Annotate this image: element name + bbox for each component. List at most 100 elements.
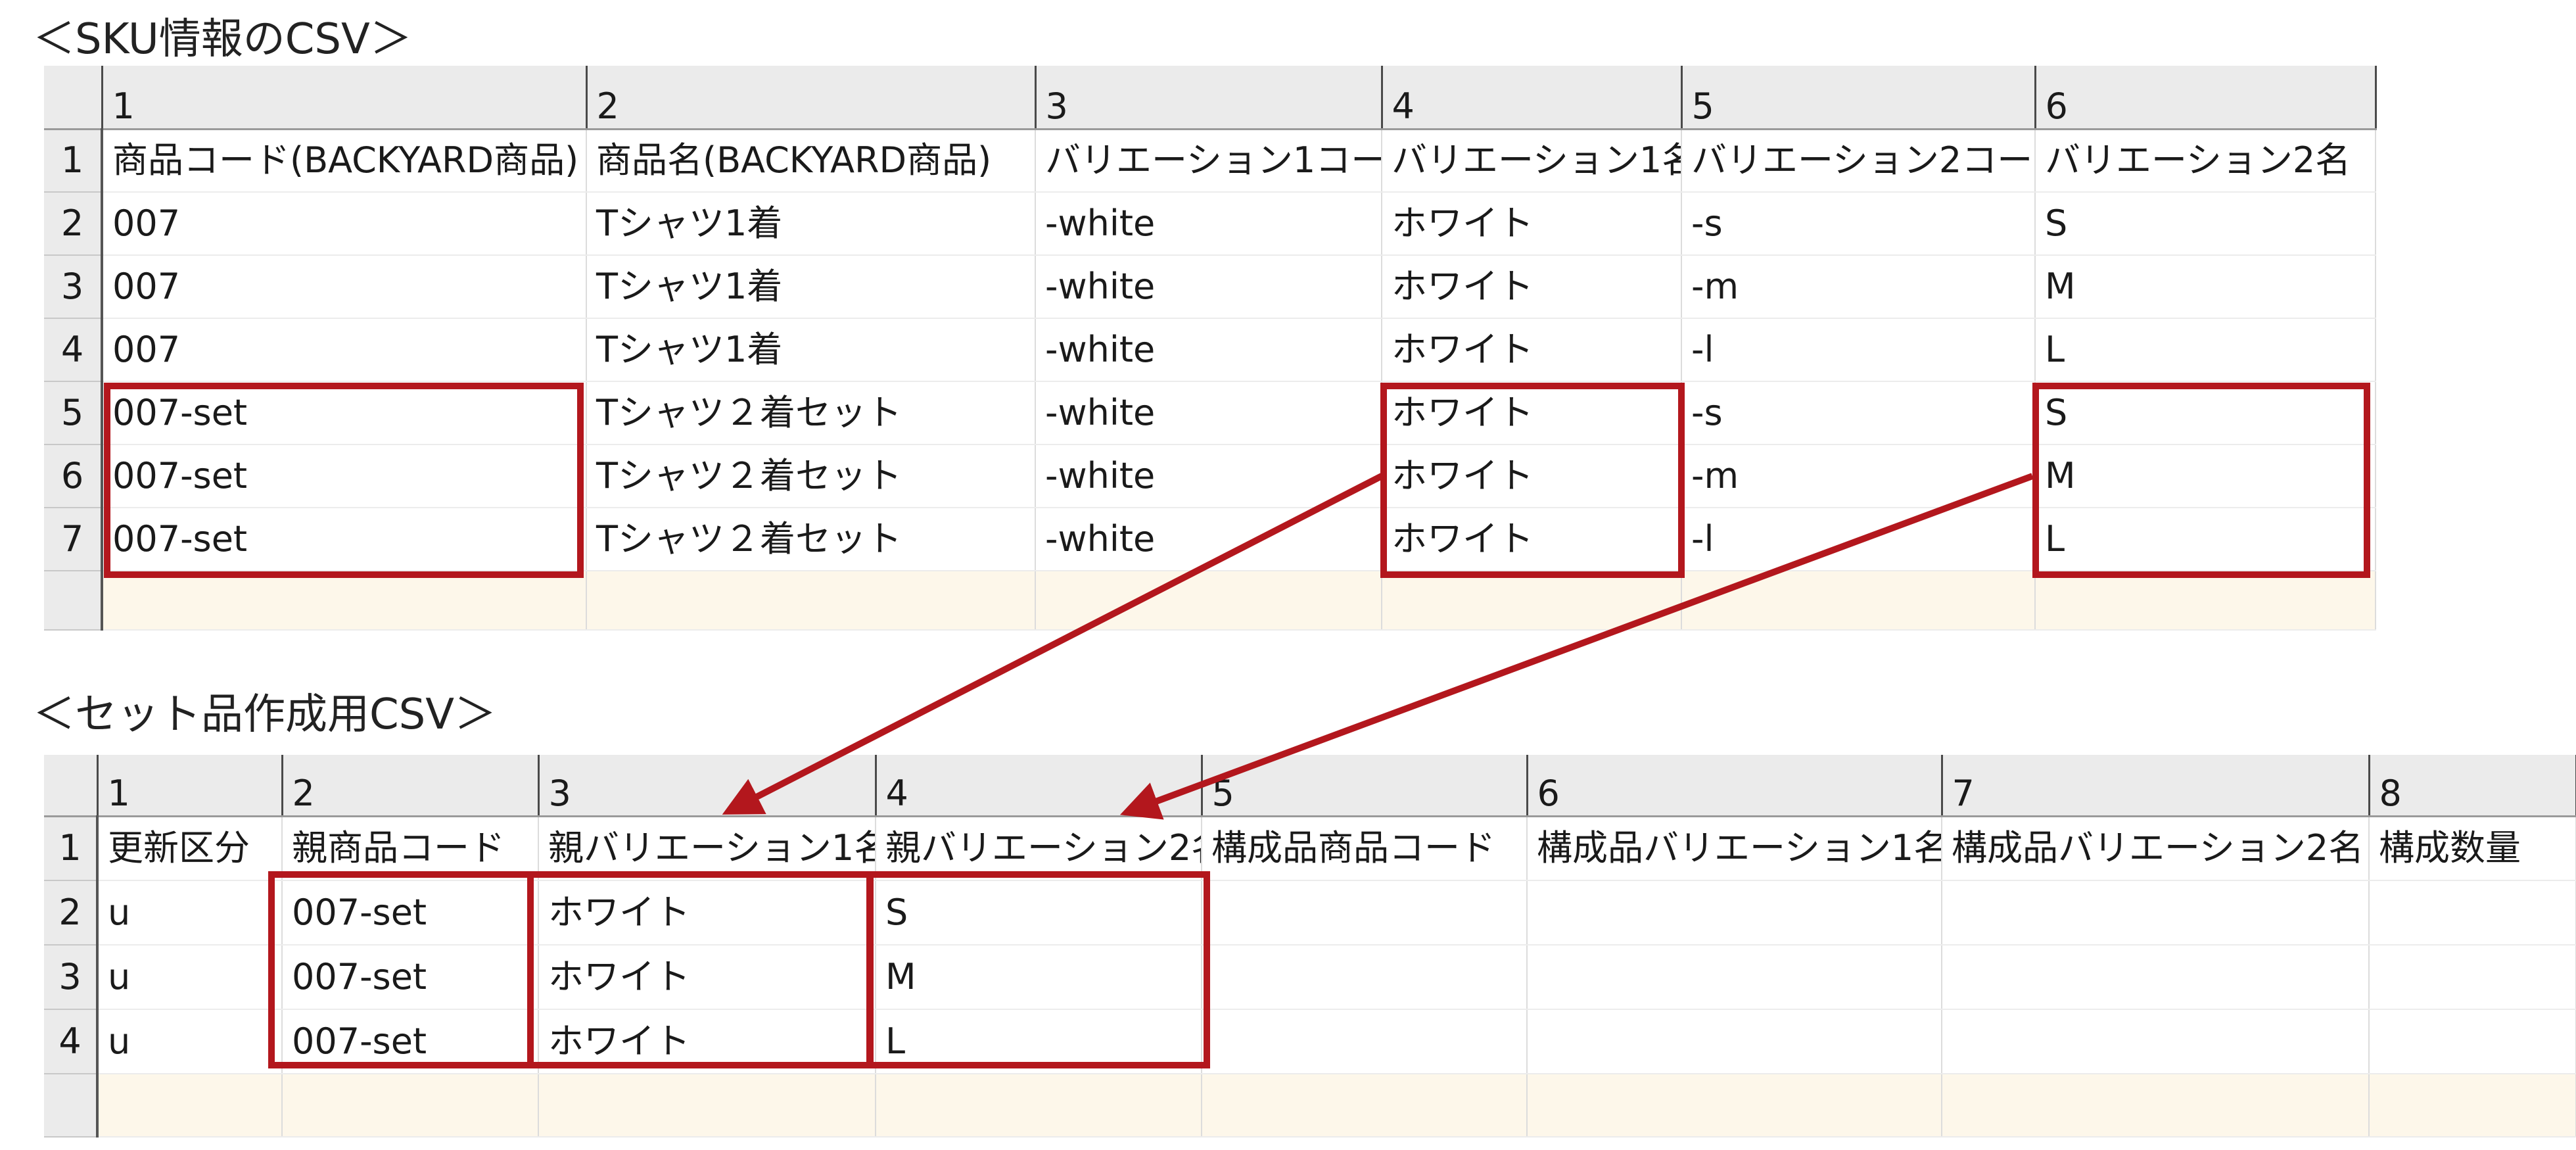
sku-col-header-1[interactable]: 1 [102,66,588,130]
cell[interactable] [1942,880,2370,946]
row-number[interactable]: 3 [44,255,103,319]
row-number[interactable]: 4 [44,1009,99,1074]
cell[interactable]: 007-set [282,945,539,1010]
cell[interactable]: -white [1035,444,1382,508]
cell[interactable] [282,1074,539,1138]
cell[interactable]: M [2035,444,2376,508]
cell[interactable]: バリエーション1コード [1035,129,1382,193]
cell[interactable]: ホワイト [1382,192,1682,256]
cell[interactable] [1681,571,2036,631]
cell[interactable]: 構成数量 [2369,816,2576,881]
cell[interactable] [1202,880,1528,946]
cell[interactable] [876,1074,1202,1138]
row-number[interactable]: 3 [44,945,99,1010]
corner-cell[interactable] [44,755,99,817]
set-col-header-5[interactable]: 5 [1202,755,1528,817]
cell[interactable]: 007-set [102,508,587,571]
cell[interactable]: Tシャツ２着セット [586,381,1036,445]
cell[interactable]: 007 [102,318,587,382]
cell[interactable] [1527,945,1942,1010]
set-col-header-6[interactable]: 6 [1527,755,1943,817]
cell[interactable] [102,571,587,631]
sku-col-header-4[interactable]: 4 [1382,66,1683,130]
cell[interactable]: 構成品バリエーション2名 [1942,816,2370,881]
cell[interactable] [1527,880,1942,946]
cell[interactable] [538,1074,876,1138]
cell[interactable]: -white [1035,381,1382,445]
cell[interactable]: u [97,1009,283,1074]
cell[interactable] [1202,945,1528,1010]
set-col-header-7[interactable]: 7 [1942,755,2370,817]
cell[interactable]: S [876,880,1202,946]
cell[interactable] [1527,1009,1942,1074]
set-col-header-2[interactable]: 2 [282,755,540,817]
cell[interactable]: ホワイト [1382,318,1682,382]
cell[interactable]: ホワイト [538,1009,876,1074]
cell[interactable]: ホワイト [1382,444,1682,508]
cell[interactable] [2369,945,2576,1010]
row-number[interactable]: 1 [44,129,103,193]
cell[interactable] [2369,1074,2576,1138]
cell[interactable]: u [97,880,283,946]
cell[interactable] [1942,1009,2370,1074]
row-number[interactable]: 1 [44,816,99,881]
cell[interactable]: Tシャツ1着 [586,255,1036,319]
set-col-header-3[interactable]: 3 [538,755,877,817]
cell[interactable]: -white [1035,255,1382,319]
cell[interactable]: 007-set [282,1009,539,1074]
cell[interactable]: Tシャツ1着 [586,318,1036,382]
sku-col-header-6[interactable]: 6 [2035,66,2377,130]
set-col-header-8[interactable]: 8 [2369,755,2576,817]
cell[interactable]: 構成品商品コード [1202,816,1528,881]
cell[interactable]: バリエーション1名 [1382,129,1682,193]
row-number[interactable]: 5 [44,381,103,445]
cell[interactable]: -s [1681,192,2036,256]
sku-col-header-3[interactable]: 3 [1035,66,1383,130]
cell[interactable]: S [2035,192,2376,256]
set-col-header-1[interactable]: 1 [97,755,283,817]
cell[interactable]: ホワイト [1382,381,1682,445]
cell[interactable]: Tシャツ２着セット [586,508,1036,571]
row-number[interactable]: 6 [44,444,103,508]
cell[interactable] [2369,880,2576,946]
row-number-blank[interactable] [44,1074,99,1138]
row-number-blank[interactable] [44,571,103,631]
set-col-header-4[interactable]: 4 [876,755,1203,817]
row-number[interactable]: 7 [44,508,103,571]
cell[interactable]: 親商品コード [282,816,539,881]
cell[interactable]: 親バリエーション2名 [876,816,1202,881]
cell[interactable] [2369,1009,2576,1074]
cell[interactable]: L [2035,508,2376,571]
row-number[interactable]: 4 [44,318,103,382]
cell[interactable] [1035,571,1382,631]
cell[interactable]: M [2035,255,2376,319]
cell[interactable]: Tシャツ２着セット [586,444,1036,508]
cell[interactable] [1942,1074,2370,1138]
cell[interactable]: -white [1035,192,1382,256]
cell[interactable]: S [2035,381,2376,445]
cell[interactable]: 構成品バリエーション1名 [1527,816,1942,881]
row-number[interactable]: 2 [44,192,103,256]
row-number[interactable]: 2 [44,880,99,946]
cell[interactable]: バリエーション2名 [2035,129,2376,193]
cell[interactable] [1527,1074,1942,1138]
cell[interactable]: ホワイト [1382,255,1682,319]
cell[interactable]: ホワイト [538,945,876,1010]
cell[interactable]: -l [1681,508,2036,571]
cell[interactable]: ホワイト [538,880,876,946]
sku-col-header-5[interactable]: 5 [1681,66,2036,130]
cell[interactable]: M [876,945,1202,1010]
cell[interactable] [1202,1009,1528,1074]
cell[interactable]: -m [1681,444,2036,508]
cell[interactable] [586,571,1036,631]
cell[interactable] [2035,571,2376,631]
cell[interactable]: L [2035,318,2376,382]
cell[interactable]: -l [1681,318,2036,382]
cell[interactable]: 商品名(BACKYARD商品) [586,129,1036,193]
cell[interactable]: L [876,1009,1202,1074]
cell[interactable] [1202,1074,1528,1138]
cell[interactable]: バリエーション2コード [1681,129,2036,193]
cell[interactable]: u [97,945,283,1010]
cell[interactable]: 007-set [282,880,539,946]
cell[interactable]: -m [1681,255,2036,319]
